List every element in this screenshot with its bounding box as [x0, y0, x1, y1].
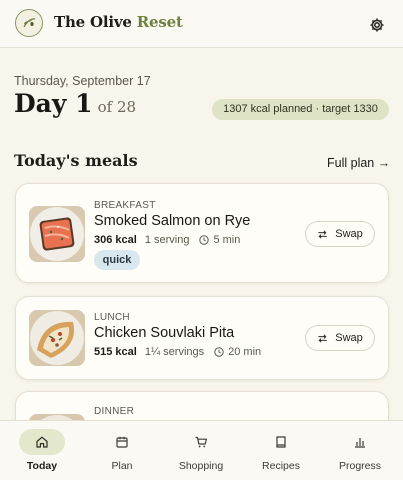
meal-meta: 515 kcal 1¼ servings 20 min — [94, 346, 261, 358]
tab-recipes[interactable]: Recipes — [241, 421, 321, 480]
bar-chart-icon — [355, 438, 365, 448]
swap-arrows-icon — [318, 333, 327, 343]
meal-meta: 306 kcal 1 serving 5 min — [94, 234, 240, 246]
swap-button[interactable]: Swap — [305, 221, 375, 247]
bottom-tab-bar: Today Plan Shopping Recipes Progress — [0, 420, 403, 480]
meal-time: 20 min — [228, 346, 262, 358]
home-icon — [36, 436, 48, 448]
tab-today[interactable]: Today — [2, 421, 82, 480]
swap-label: Swap — [335, 332, 363, 344]
meal-name: Smoked Salmon on Rye — [94, 213, 251, 229]
tab-label: Today — [26, 460, 58, 472]
swap-label: Swap — [335, 228, 363, 240]
tab-label: Shopping — [178, 460, 224, 472]
meal-thumbnail — [29, 206, 85, 262]
meal-type-label: LUNCH — [94, 312, 130, 323]
cart-icon — [195, 436, 207, 448]
meal-time: 5 min — [213, 234, 241, 246]
swap-button[interactable]: Swap — [305, 325, 375, 351]
app-title: The Olive Reset — [54, 13, 183, 31]
book-icon — [276, 436, 286, 448]
meal-thumbnail — [29, 310, 85, 366]
full-plan-link[interactable]: Full plan → — [327, 156, 390, 170]
day-label: Day 1 — [14, 89, 93, 118]
meal-tag: quick — [94, 250, 140, 270]
tab-label: Progress — [338, 460, 381, 472]
tab-plan[interactable]: Plan — [82, 421, 162, 480]
app-header: The Olive Reset — [0, 0, 403, 48]
meal-servings: 1¼ servings — [144, 346, 205, 358]
day-total: of 28 — [97, 98, 137, 116]
tab-progress[interactable]: Progress — [320, 421, 400, 480]
calendar-icon — [116, 436, 128, 448]
section-title: Today's meals — [14, 151, 138, 170]
calorie-summary-badge: 1307 kcal planned · target 1330 — [212, 99, 389, 120]
meal-type-label: BREAKFAST — [94, 200, 156, 211]
gear-icon[interactable] — [369, 17, 385, 33]
swap-arrows-icon — [318, 229, 327, 239]
clock-icon — [214, 347, 224, 357]
meal-card-breakfast[interactable]: BREAKFAST Smoked Salmon on Rye 306 kcal … — [15, 183, 389, 283]
tab-label: Plan — [111, 460, 133, 472]
tab-shopping[interactable]: Shopping — [161, 421, 241, 480]
meal-type-label: DINNER — [94, 406, 135, 417]
day-counter: Day 1 of 28 — [14, 89, 136, 118]
meal-name: Chicken Souvlaki Pita — [94, 325, 235, 341]
current-date: Thursday, September 17 — [14, 74, 151, 88]
olive-logo-icon — [23, 18, 36, 28]
tab-label: Recipes — [262, 460, 300, 472]
meal-servings: 1 serving — [144, 234, 190, 246]
meal-card-lunch[interactable]: LUNCH Chicken Souvlaki Pita 515 kcal 1¼ … — [15, 296, 389, 380]
meal-kcal: 515 kcal — [94, 346, 137, 358]
meal-kcal: 306 kcal — [94, 234, 137, 246]
logo — [15, 9, 43, 37]
clock-icon — [199, 235, 210, 245]
